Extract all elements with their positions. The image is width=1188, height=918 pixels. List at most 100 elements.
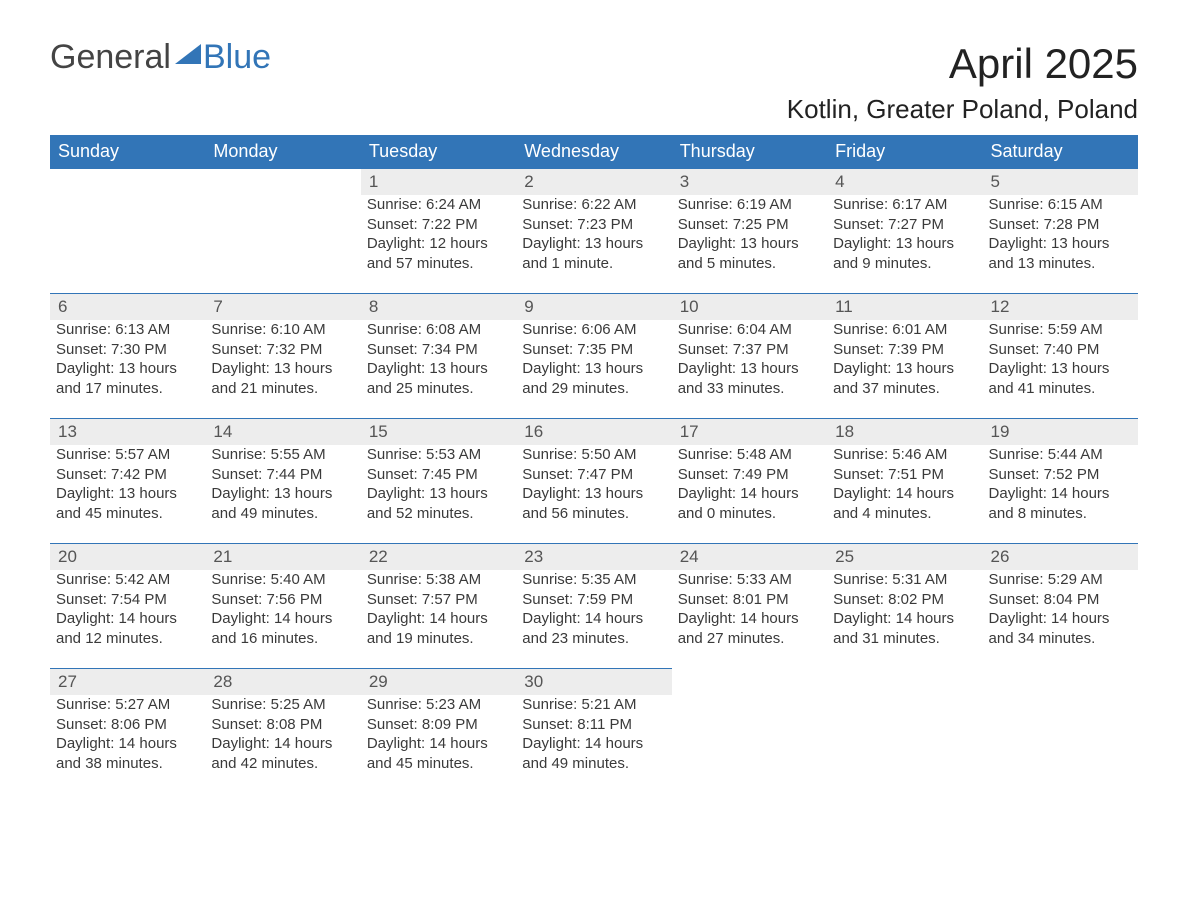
sunrise-line: Sunrise: 5:23 AM	[367, 695, 510, 715]
day-number-row: 27282930	[50, 669, 1138, 696]
day-detail: Sunrise: 5:23 AMSunset: 8:09 PMDaylight:…	[361, 695, 516, 793]
day-number	[672, 669, 827, 696]
daylight-line: Daylight: 13 hours and 25 minutes.	[367, 359, 510, 398]
daylight-line: Daylight: 14 hours and 19 minutes.	[367, 609, 510, 648]
sunrise-line: Sunrise: 6:10 AM	[211, 320, 354, 340]
sunrise-line: Sunrise: 5:35 AM	[522, 570, 665, 590]
sunset-line: Sunset: 7:32 PM	[211, 340, 354, 360]
day-detail-row: Sunrise: 5:42 AMSunset: 7:54 PMDaylight:…	[50, 570, 1138, 669]
sunset-line: Sunset: 7:25 PM	[678, 215, 821, 235]
day-detail: Sunrise: 5:48 AMSunset: 7:49 PMDaylight:…	[672, 445, 827, 544]
sunset-line: Sunset: 8:04 PM	[989, 590, 1132, 610]
sunset-line: Sunset: 7:47 PM	[522, 465, 665, 485]
sunset-line: Sunset: 7:34 PM	[367, 340, 510, 360]
daylight-line: Daylight: 13 hours and 37 minutes.	[833, 359, 976, 398]
sunset-line: Sunset: 7:54 PM	[56, 590, 199, 610]
day-number-row: 13141516171819	[50, 419, 1138, 446]
day-detail: Sunrise: 6:04 AMSunset: 7:37 PMDaylight:…	[672, 320, 827, 419]
sunrise-line: Sunrise: 5:44 AM	[989, 445, 1132, 465]
day-detail-row: Sunrise: 5:27 AMSunset: 8:06 PMDaylight:…	[50, 695, 1138, 793]
sunrise-line: Sunrise: 5:42 AM	[56, 570, 199, 590]
sunrise-line: Sunrise: 6:13 AM	[56, 320, 199, 340]
day-number: 20	[50, 544, 205, 571]
day-detail: Sunrise: 6:08 AMSunset: 7:34 PMDaylight:…	[361, 320, 516, 419]
daylight-line: Daylight: 13 hours and 52 minutes.	[367, 484, 510, 523]
day-detail	[672, 695, 827, 793]
day-number: 3	[672, 169, 827, 196]
weekday-header: Wednesday	[516, 135, 671, 169]
daylight-line: Daylight: 14 hours and 0 minutes.	[678, 484, 821, 523]
day-number: 1	[361, 169, 516, 196]
weekday-header: Friday	[827, 135, 982, 169]
sunrise-line: Sunrise: 5:33 AM	[678, 570, 821, 590]
day-detail: Sunrise: 6:17 AMSunset: 7:27 PMDaylight:…	[827, 195, 982, 294]
daylight-line: Daylight: 14 hours and 4 minutes.	[833, 484, 976, 523]
sunset-line: Sunset: 8:06 PM	[56, 715, 199, 735]
sunrise-line: Sunrise: 5:53 AM	[367, 445, 510, 465]
day-detail: Sunrise: 5:33 AMSunset: 8:01 PMDaylight:…	[672, 570, 827, 669]
weekday-header: Tuesday	[361, 135, 516, 169]
daylight-line: Daylight: 13 hours and 45 minutes.	[56, 484, 199, 523]
sunset-line: Sunset: 8:09 PM	[367, 715, 510, 735]
daylight-line: Daylight: 14 hours and 16 minutes.	[211, 609, 354, 648]
day-detail	[827, 695, 982, 793]
day-number: 12	[983, 294, 1138, 321]
day-number	[205, 169, 360, 196]
sunrise-line: Sunrise: 5:46 AM	[833, 445, 976, 465]
day-number: 7	[205, 294, 360, 321]
sunrise-line: Sunrise: 6:15 AM	[989, 195, 1132, 215]
day-detail: Sunrise: 5:35 AMSunset: 7:59 PMDaylight:…	[516, 570, 671, 669]
brand-logo: General Blue	[50, 40, 271, 74]
sunrise-line: Sunrise: 5:29 AM	[989, 570, 1132, 590]
day-detail: Sunrise: 5:53 AMSunset: 7:45 PMDaylight:…	[361, 445, 516, 544]
daylight-line: Daylight: 13 hours and 56 minutes.	[522, 484, 665, 523]
day-number: 18	[827, 419, 982, 446]
sunset-line: Sunset: 7:57 PM	[367, 590, 510, 610]
sunset-line: Sunset: 7:28 PM	[989, 215, 1132, 235]
sunrise-line: Sunrise: 5:59 AM	[989, 320, 1132, 340]
day-detail: Sunrise: 6:22 AMSunset: 7:23 PMDaylight:…	[516, 195, 671, 294]
day-number	[983, 669, 1138, 696]
sunrise-line: Sunrise: 6:17 AM	[833, 195, 976, 215]
brand-word-2: Blue	[203, 40, 271, 74]
day-number: 23	[516, 544, 671, 571]
sunrise-line: Sunrise: 5:55 AM	[211, 445, 354, 465]
day-number: 19	[983, 419, 1138, 446]
sunset-line: Sunset: 7:49 PM	[678, 465, 821, 485]
daylight-line: Daylight: 14 hours and 45 minutes.	[367, 734, 510, 773]
day-number-row: 20212223242526	[50, 544, 1138, 571]
sunset-line: Sunset: 7:30 PM	[56, 340, 199, 360]
day-number: 13	[50, 419, 205, 446]
month-title: April 2025	[787, 40, 1138, 88]
day-detail: Sunrise: 5:27 AMSunset: 8:06 PMDaylight:…	[50, 695, 205, 793]
sunset-line: Sunset: 7:45 PM	[367, 465, 510, 485]
day-detail: Sunrise: 6:06 AMSunset: 7:35 PMDaylight:…	[516, 320, 671, 419]
daylight-line: Daylight: 13 hours and 5 minutes.	[678, 234, 821, 273]
sunrise-line: Sunrise: 6:24 AM	[367, 195, 510, 215]
day-number: 9	[516, 294, 671, 321]
day-detail-row: Sunrise: 5:57 AMSunset: 7:42 PMDaylight:…	[50, 445, 1138, 544]
day-number: 24	[672, 544, 827, 571]
day-detail: Sunrise: 5:59 AMSunset: 7:40 PMDaylight:…	[983, 320, 1138, 419]
daylight-line: Daylight: 13 hours and 33 minutes.	[678, 359, 821, 398]
daylight-line: Daylight: 14 hours and 12 minutes.	[56, 609, 199, 648]
sunset-line: Sunset: 8:02 PM	[833, 590, 976, 610]
day-number: 8	[361, 294, 516, 321]
daylight-line: Daylight: 12 hours and 57 minutes.	[367, 234, 510, 273]
day-detail: Sunrise: 5:40 AMSunset: 7:56 PMDaylight:…	[205, 570, 360, 669]
day-detail	[205, 195, 360, 294]
sunset-line: Sunset: 7:22 PM	[367, 215, 510, 235]
day-number: 17	[672, 419, 827, 446]
location-subtitle: Kotlin, Greater Poland, Poland	[787, 94, 1138, 125]
daylight-line: Daylight: 13 hours and 17 minutes.	[56, 359, 199, 398]
day-detail	[50, 195, 205, 294]
sunrise-line: Sunrise: 5:57 AM	[56, 445, 199, 465]
day-detail: Sunrise: 5:25 AMSunset: 8:08 PMDaylight:…	[205, 695, 360, 793]
weekday-header: Monday	[205, 135, 360, 169]
day-number: 25	[827, 544, 982, 571]
sunset-line: Sunset: 8:08 PM	[211, 715, 354, 735]
day-number: 11	[827, 294, 982, 321]
sunset-line: Sunset: 7:27 PM	[833, 215, 976, 235]
day-number: 22	[361, 544, 516, 571]
sunset-line: Sunset: 8:11 PM	[522, 715, 665, 735]
